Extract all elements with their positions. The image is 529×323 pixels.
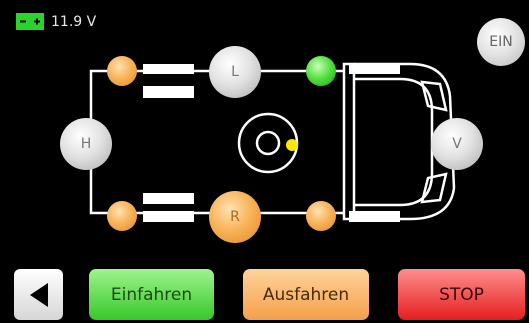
bar-bottom-left-2 [143,211,194,222]
node-h[interactable]: H [60,118,112,170]
bar-top-left-1 [143,64,194,74]
triangle-left-icon [29,282,48,307]
bar-top-left-2 [143,86,194,98]
valve-top-right-active[interactable] [306,56,336,86]
einfahren-button[interactable]: Einfahren [89,269,214,320]
vehicle-control-screen: 11.9 V EIN L H V R Einfahren Ausfahren S… [0,0,529,323]
node-r[interactable]: R [209,191,261,243]
back-button[interactable] [14,269,63,320]
node-v[interactable]: V [431,118,483,170]
bar-bottom-right-1 [349,211,400,222]
mirror-bottom [420,172,448,204]
stop-button[interactable]: STOP [398,269,525,320]
center-indicator-inner [255,130,281,156]
valve-bottom-right[interactable] [306,201,336,231]
valve-bottom-left[interactable] [107,201,137,231]
ausfahren-button[interactable]: Ausfahren [243,269,369,320]
node-l[interactable]: L [209,46,261,98]
bar-top-right-1 [349,64,400,74]
frame-lines [89,69,344,215]
bar-bottom-left-1 [143,193,194,204]
valve-top-left[interactable] [107,56,137,86]
mirror-top [420,80,448,112]
center-indicator-dot [286,139,298,151]
cab-back-wall [342,62,356,221]
cab-outline [354,77,434,207]
